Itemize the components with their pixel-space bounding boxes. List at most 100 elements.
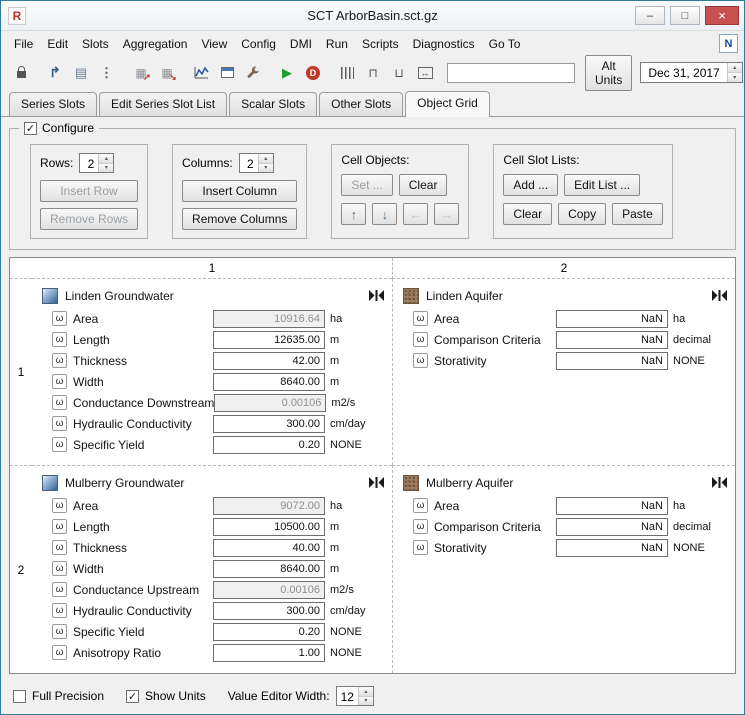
slot-value-input[interactable]	[213, 539, 325, 557]
clear-cell-object-button[interactable]: Clear	[399, 174, 448, 196]
configure-label[interactable]: Configure	[42, 121, 94, 135]
columns-spin-down[interactable]: ▾	[259, 164, 273, 173]
edit-list-button[interactable]: Edit List ...	[564, 174, 640, 196]
dmi-export-icon: ▦↗	[135, 67, 146, 79]
date-spin-up[interactable]: ▴	[728, 63, 742, 73]
grid-column-header[interactable]: 2	[392, 258, 735, 279]
slot-value-input[interactable]	[213, 352, 325, 370]
slot-value-input[interactable]	[556, 497, 668, 515]
plot-button[interactable]	[189, 61, 213, 84]
slot-value-input[interactable]	[556, 331, 668, 349]
slot-value-input[interactable]	[213, 602, 325, 620]
add-slot-button[interactable]: Add ...	[503, 174, 558, 196]
clear-slots-button[interactable]: Clear	[503, 203, 552, 225]
slot-value-input[interactable]	[213, 518, 325, 536]
show-units-label[interactable]: Show Units	[145, 689, 206, 703]
tab-series-slots[interactable]: Series Slots	[9, 92, 97, 116]
goto-slot-button[interactable]: ↱	[43, 61, 67, 84]
menu-run[interactable]: Run	[319, 34, 355, 54]
fit-columns-button[interactable]: ↔	[413, 61, 437, 84]
series-list-button[interactable]: ▤	[69, 61, 93, 84]
grid-column-header[interactable]: 1	[32, 258, 392, 279]
move-left-button[interactable]: ←	[403, 203, 428, 225]
slot-value-input[interactable]	[213, 644, 325, 662]
collapse-columns-icon[interactable]	[712, 290, 727, 301]
slot-value-input[interactable]	[556, 352, 668, 370]
slot-value-input[interactable]	[213, 623, 325, 641]
copy-slots-button[interactable]: Copy	[558, 203, 606, 225]
titlebar[interactable]: R SCT ArborBasin.sct.gz – □ ×	[1, 1, 744, 31]
remove-rows-button[interactable]: Remove Rows	[40, 208, 138, 230]
slot-row: ωThicknessm	[52, 537, 384, 558]
maximize-button[interactable]: □	[670, 6, 700, 25]
show-units-checkbox[interactable]: ✓	[126, 690, 139, 703]
range-bottom-button[interactable]: ⊔	[387, 61, 411, 84]
configure-checkbox[interactable]: ✓	[24, 122, 37, 135]
columns-spinner-value[interactable]: 2	[240, 154, 258, 172]
minimize-button[interactable]: –	[635, 6, 665, 25]
menu-config[interactable]: Config	[234, 34, 283, 54]
slot-value-input[interactable]	[213, 373, 325, 391]
value-editor-width-value[interactable]: 12	[337, 687, 358, 705]
move-right-button[interactable]: →	[434, 203, 459, 225]
dmi-export-button[interactable]: ▦↗	[129, 61, 153, 84]
rows-spin-down[interactable]: ▾	[99, 164, 113, 173]
grid-row-header[interactable]: 1	[10, 279, 32, 465]
slot-value-input[interactable]	[556, 539, 668, 557]
collapse-columns-icon[interactable]	[712, 477, 727, 488]
slot-value-input[interactable]	[213, 560, 325, 578]
tab-other-slots[interactable]: Other Slots	[319, 92, 403, 116]
menu-slots[interactable]: Slots	[75, 34, 116, 54]
slot-value-input[interactable]	[213, 331, 325, 349]
collapse-columns-icon[interactable]	[369, 290, 384, 301]
rows-spinner-value[interactable]: 2	[80, 154, 98, 172]
diagnostics-button[interactable]: D	[301, 61, 325, 84]
grid-row-header[interactable]: 2	[10, 465, 32, 673]
move-up-button[interactable]: ↑	[341, 203, 366, 225]
menu-view[interactable]: View	[194, 34, 234, 54]
close-button[interactable]: ×	[705, 6, 739, 25]
menu-file[interactable]: File	[7, 34, 40, 54]
full-precision-checkbox[interactable]	[13, 690, 26, 703]
set-cell-object-button[interactable]: Set ...	[341, 174, 392, 196]
column-width-button[interactable]	[335, 61, 359, 84]
date-value[interactable]: Dec 31, 2017	[641, 63, 726, 82]
menu-diagnostics[interactable]: Diagnostics	[406, 34, 482, 54]
config-button[interactable]	[241, 61, 265, 84]
menu-scripts[interactable]: Scripts	[355, 34, 406, 54]
dmi-import-button[interactable]: ▦↘	[155, 61, 179, 84]
snapshot-button[interactable]	[215, 61, 239, 84]
tab-object-grid[interactable]: Object Grid	[405, 91, 490, 117]
workspace-icon[interactable]: N	[719, 34, 738, 53]
tab-edit-series-slot-list[interactable]: Edit Series Slot List	[99, 92, 227, 116]
menu-edit[interactable]: Edit	[40, 34, 75, 54]
date-editor[interactable]: Dec 31, 2017 ▴ ▾	[640, 62, 742, 83]
paste-slots-button[interactable]: Paste	[612, 203, 663, 225]
slot-value-input[interactable]	[556, 518, 668, 536]
value-editor-width-down[interactable]: ▾	[359, 697, 373, 706]
insert-column-button[interactable]: Insert Column	[182, 180, 297, 202]
menu-dmi[interactable]: DMI	[283, 34, 319, 54]
menu-goto[interactable]: Go To	[482, 34, 528, 54]
tab-scalar-slots[interactable]: Scalar Slots	[229, 92, 317, 116]
full-precision-label[interactable]: Full Precision	[32, 689, 104, 703]
date-spin-down[interactable]: ▾	[728, 73, 742, 82]
insert-row-button[interactable]: Insert Row	[40, 180, 138, 202]
value-editor-width-up[interactable]: ▴	[359, 687, 373, 697]
slot-menu-button[interactable]: ⋮	[95, 61, 119, 84]
collapse-columns-icon[interactable]	[369, 477, 384, 488]
columns-spin-up[interactable]: ▴	[259, 154, 273, 164]
menu-aggregation[interactable]: Aggregation	[116, 34, 195, 54]
slot-value-input[interactable]	[213, 436, 325, 454]
slot-value-input[interactable]	[213, 415, 325, 433]
move-down-button[interactable]: ↓	[372, 203, 397, 225]
alt-units-button[interactable]: Alt Units	[585, 55, 632, 91]
range-top-button[interactable]: ⊓	[361, 61, 385, 84]
slot-row: ωSpecific YieldNONE	[52, 434, 384, 455]
slot-value-input[interactable]	[556, 310, 668, 328]
run-control-button[interactable]: ▶	[275, 61, 299, 84]
lock-button[interactable]	[9, 61, 33, 84]
remove-columns-button[interactable]: Remove Columns	[182, 208, 297, 230]
rows-spin-up[interactable]: ▴	[99, 154, 113, 164]
search-input[interactable]	[447, 63, 575, 83]
